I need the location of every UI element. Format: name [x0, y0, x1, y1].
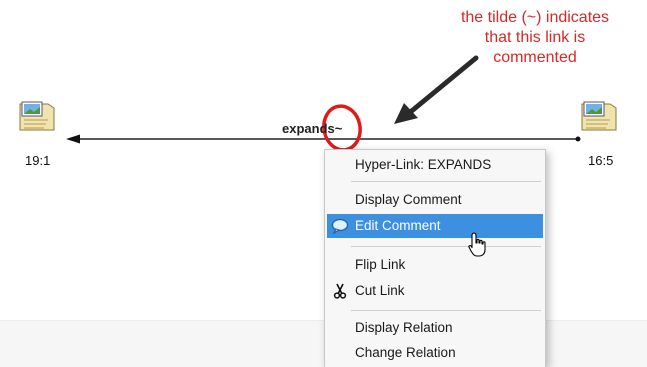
- menu-item-cut-link[interactable]: Cut Link: [327, 279, 543, 303]
- mouse-pointer-icon: [468, 232, 486, 257]
- menu-item-change-relation[interactable]: Change Relation: [327, 341, 543, 365]
- menu-separator: [351, 310, 541, 311]
- node-document-icon[interactable]: [580, 100, 620, 136]
- menu-item-label: Display Relation: [355, 320, 453, 335]
- menu-item-edit-comment[interactable]: Edit Comment: [327, 214, 543, 238]
- node-label-left: 19:1: [25, 153, 51, 168]
- link-endpoint-dot: [575, 136, 581, 142]
- menu-item-label: Change Relation: [355, 345, 456, 360]
- menu-item-display-comment[interactable]: Display Comment: [327, 188, 543, 212]
- callout-arrow-icon: [394, 55, 479, 124]
- menu-item-display-relation[interactable]: Display Relation: [327, 316, 543, 340]
- node-label-right: 16:5: [588, 153, 614, 168]
- menu-separator: [351, 181, 541, 182]
- link-label[interactable]: expands~: [282, 121, 342, 136]
- link-context-menu: Hyper-Link: EXPANDS Display Comment Edit…: [324, 149, 546, 367]
- link-arrowhead-icon: [66, 134, 80, 144]
- menu-item-label: Display Comment: [355, 192, 462, 207]
- menu-separator: [351, 246, 541, 247]
- speech-bubble-icon: [331, 218, 349, 234]
- menu-item-label: Cut Link: [355, 283, 405, 298]
- scissors-icon: [333, 283, 347, 299]
- menu-item-label: Flip Link: [355, 257, 406, 272]
- node-document-icon[interactable]: [18, 100, 58, 136]
- menu-header-hyper-link: Hyper-Link: EXPANDS: [355, 157, 492, 172]
- menu-item-label: Edit Comment: [355, 218, 441, 233]
- menu-item-flip-link[interactable]: Flip Link: [327, 253, 543, 277]
